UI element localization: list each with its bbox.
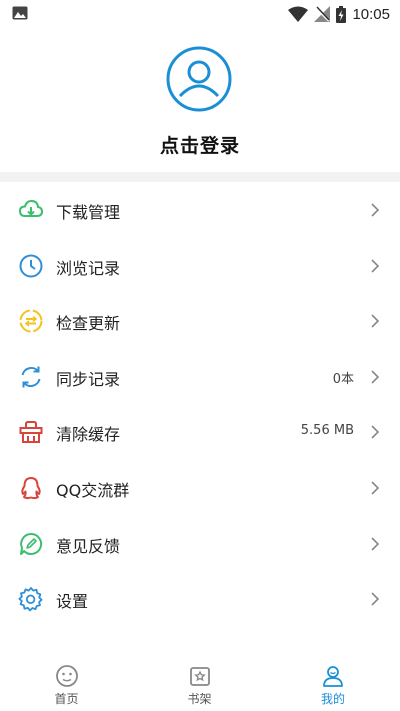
tab-home[interactable]: 首页 [0,656,133,711]
menu-label: 设置 [56,592,89,612]
chevron-right-icon [371,259,380,273]
download-cloud-icon [18,199,44,217]
tab-label: 首页 [54,692,79,706]
cache-size: 5.56 MB [300,423,354,439]
chevron-right-icon [371,314,380,328]
menu-item-check-update[interactable]: 检查更新 [0,293,400,349]
clock-icon [19,254,43,278]
menu-label: QQ交流群 [56,480,130,500]
avatar-icon[interactable] [166,46,232,112]
chevron-right-icon [371,481,380,495]
wifi-icon [288,6,309,22]
update-icon [19,309,43,333]
tab-label: 书架 [187,692,212,706]
menu-item-sync-records[interactable]: 同步记录 0本 [0,349,400,405]
menu-item-qq-group[interactable]: QQ交流群 [0,460,400,516]
chevron-right-icon [371,203,380,217]
settings-menu: 下载管理 浏览记录 检查更新 同步记录 0本 清除缓存 5.56 MB QQ交流… [0,182,400,627]
home-face-icon [55,665,78,687]
menu-label: 意见反馈 [56,536,121,556]
sync-icon [21,366,41,388]
status-right: 10:05 [288,4,390,24]
menu-label: 检查更新 [56,314,121,334]
bookshelf-icon [189,667,210,686]
status-time: 10:05 [352,5,390,23]
menu-item-settings[interactable]: 设置 [0,571,400,627]
menu-label: 下载管理 [56,203,121,222]
login-link[interactable]: 点击登录 [0,131,400,158]
chevron-right-icon [371,425,380,439]
profile-icon [323,666,343,687]
menu-item-feedback[interactable]: 意见反馈 [0,516,400,572]
chevron-right-icon [371,370,380,384]
tab-mine[interactable]: 我的 [266,656,400,711]
menu-item-clear-cache[interactable]: 清除缓存 5.56 MB [0,404,400,460]
chevron-right-icon [371,536,380,551]
status-bar: 10:05 [0,0,400,28]
gallery-notification-icon [12,6,28,20]
tab-bookshelf[interactable]: 书架 [133,656,266,711]
no-signal-icon [314,6,331,22]
battery-icon [336,5,347,23]
qq-icon [21,476,41,500]
clear-cache-icon [19,421,43,444]
menu-item-history[interactable]: 浏览记录 [0,238,400,294]
menu-label: 浏览记录 [56,258,121,278]
menu-label: 同步记录 [56,369,121,389]
menu-item-download-manager[interactable]: 下载管理 [0,182,400,238]
feedback-icon [20,532,43,555]
section-divider [0,172,400,182]
menu-label: 清除缓存 [56,425,121,445]
bottom-tab-bar: 首页 书架 我的 [0,656,400,711]
sync-count: 0本 [332,371,354,387]
settings-icon [18,587,43,612]
profile-header[interactable]: 点击登录 [0,28,400,172]
tab-label: 我的 [320,692,345,706]
chevron-right-icon [371,592,380,606]
